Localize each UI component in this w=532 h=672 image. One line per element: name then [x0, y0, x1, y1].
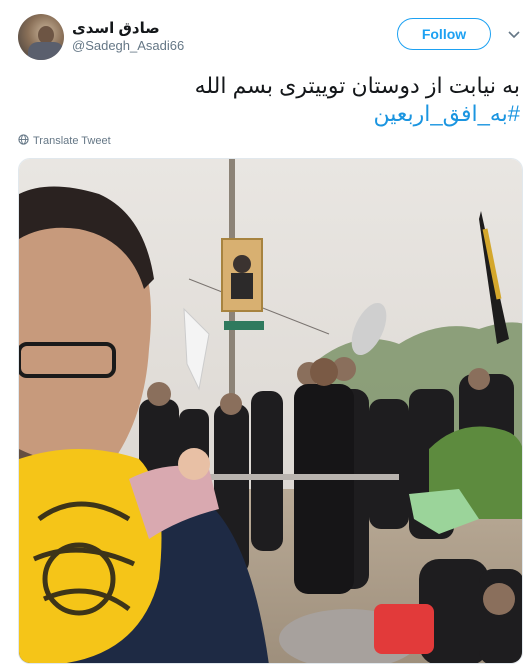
tweet-photo[interactable] — [18, 158, 523, 664]
user-handle[interactable]: @Sadegh_Asadi66 — [72, 38, 184, 53]
tweet-body: به نیابت از دوستان توییتری بسم الله — [194, 73, 520, 98]
avatar[interactable] — [18, 14, 64, 60]
hashtag-link[interactable]: #به_افق_اربعین — [20, 100, 520, 128]
tweet-header: صادق اسدی @Sadegh_Asadi66 Follow — [0, 0, 532, 62]
follow-button[interactable]: Follow — [397, 18, 491, 50]
translate-label: Translate Tweet — [33, 135, 111, 147]
chevron-down-icon[interactable] — [506, 27, 522, 43]
translate-tweet-link[interactable]: Translate Tweet — [18, 134, 111, 148]
tweet-text: به نیابت از دوستان توییتری بسم الله #به_… — [20, 72, 520, 128]
display-name[interactable]: صادق اسدی — [72, 19, 160, 37]
globe-icon — [18, 134, 29, 148]
